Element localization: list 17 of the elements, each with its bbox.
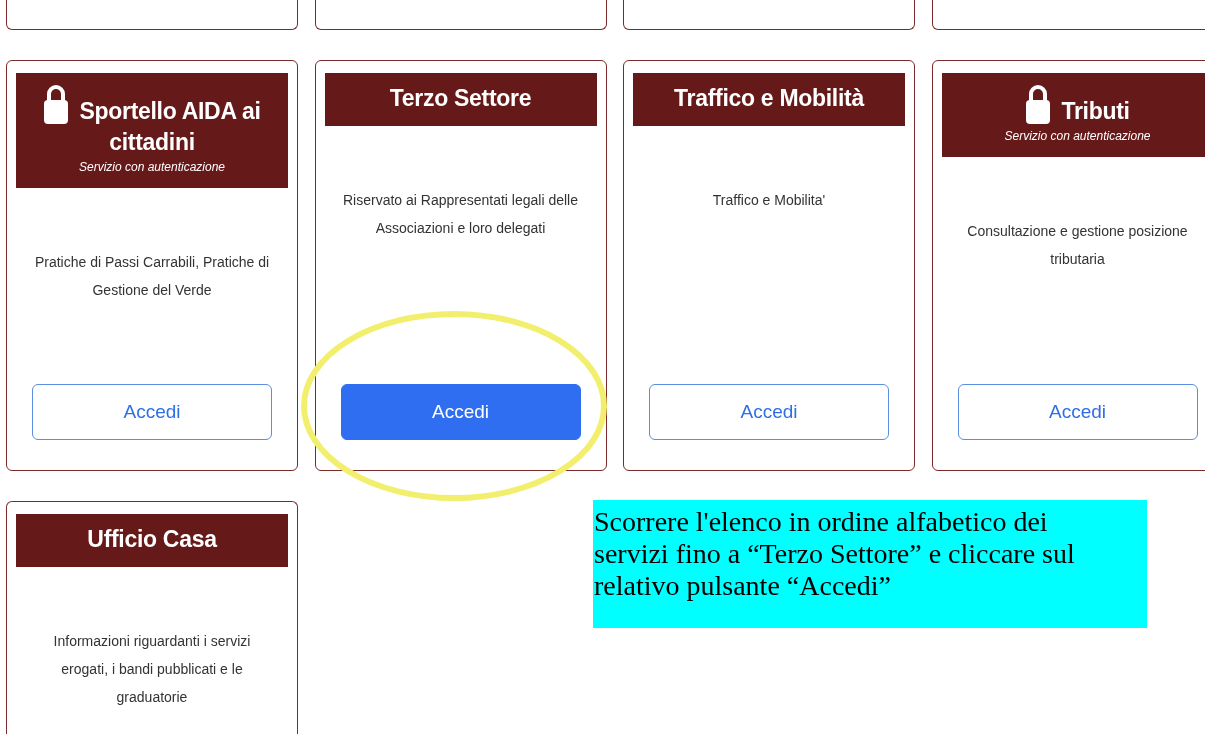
card-title: Tributi bbox=[1061, 98, 1130, 124]
card-description: Informazioni riguardanti i servizi erogati, i bandi pubblicati e le graduatorie bbox=[52, 632, 252, 708]
card-title: Terzo Settore bbox=[389, 85, 532, 111]
card-subtitle: Servizio con autenticazione bbox=[1003, 128, 1152, 146]
card-title: Sportello AIDA ai cittadini bbox=[79, 98, 261, 156]
access-button[interactable]: Accedi bbox=[649, 384, 889, 440]
card-description: Riservato ai Rappresentati legali delle Associazioni e loro delegati bbox=[342, 191, 579, 239]
card-title: Traffico e Mobilità bbox=[674, 85, 864, 111]
access-button[interactable]: Accedi bbox=[32, 384, 272, 440]
instruction-note: Scorrere l'elenco in ordine alfabetico dei servizi fino a “Terzo Settore” e cliccare sul relativo pulsante “Accedi” bbox=[593, 500, 1147, 628]
card-subtitle: Servizio con autenticazione bbox=[77, 159, 227, 177]
card-description: Pratiche di Passi Carrabili, Pratiche di Gestione del Verde bbox=[33, 253, 271, 301]
access-button[interactable]: Accedi bbox=[340, 384, 581, 440]
access-button[interactable]: Accedi bbox=[957, 384, 1198, 440]
card-description: Consultazione e gestione posizione tributaria bbox=[966, 222, 1189, 270]
card-title: Ufficio Casa bbox=[87, 526, 217, 552]
card-description: Traffico e Mobilita' bbox=[711, 191, 827, 211]
